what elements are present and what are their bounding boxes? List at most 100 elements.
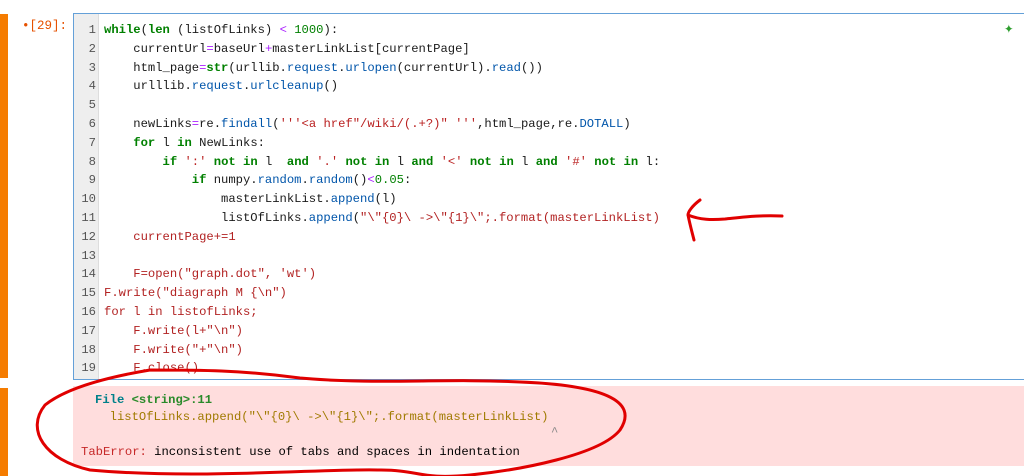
code-token: while bbox=[104, 23, 141, 37]
code-text: F.close() bbox=[104, 359, 199, 378]
code-token: request bbox=[286, 60, 339, 75]
code-token: (l) bbox=[374, 192, 397, 207]
code-text: listOfLinks.append("\"{0}\ ->\"{1}\";.fo… bbox=[104, 209, 660, 228]
line-number: 2 bbox=[88, 41, 96, 56]
code-text: newLinks=re.findall('''<a href"/wiki/(.+… bbox=[104, 115, 631, 134]
line-number: 16 bbox=[81, 304, 96, 319]
line-number: 5 bbox=[88, 98, 96, 113]
line-number: 6 bbox=[88, 116, 96, 131]
code-token: : bbox=[403, 173, 412, 188]
code-token: if bbox=[162, 154, 178, 169]
code-token: request bbox=[191, 79, 243, 94]
cell-collapse-bar[interactable] bbox=[0, 14, 8, 378]
code-token: read bbox=[491, 60, 521, 75]
code-token: random bbox=[257, 173, 302, 188]
code-text: F=open("graph.dot", 'wt') bbox=[104, 265, 316, 284]
code-token: (listOfLinks) bbox=[169, 23, 280, 37]
code-token: F.write(l+"\n") bbox=[104, 323, 243, 338]
code-token: ':' bbox=[184, 154, 207, 169]
traceback-file-line: File <string>:11 bbox=[95, 392, 212, 408]
code-token: str bbox=[206, 60, 229, 75]
code-token: urlopen bbox=[345, 60, 397, 75]
code-token: NewLinks: bbox=[191, 135, 265, 150]
code-token: l bbox=[257, 154, 287, 169]
code-token: "\"{0}\ ->\"{1}\";.format(masterLinkList… bbox=[360, 210, 660, 225]
line-number: 19 bbox=[81, 361, 96, 376]
line-number: 15 bbox=[81, 286, 96, 301]
code-token: currentPage+=1 bbox=[104, 229, 236, 244]
line-number: 12 bbox=[81, 229, 96, 244]
code-token: . bbox=[301, 173, 309, 188]
error-type: TabError: bbox=[81, 445, 147, 459]
code-token: append bbox=[330, 192, 375, 207]
code-token: ): bbox=[323, 23, 339, 37]
file-location: <string>:11 bbox=[131, 393, 213, 407]
code-token: and bbox=[286, 154, 309, 169]
code-token: baseUrl bbox=[213, 41, 265, 56]
code-token: ( bbox=[352, 210, 361, 225]
code-token: for l in listofLinks; bbox=[104, 304, 258, 319]
code-token: () bbox=[352, 173, 368, 188]
code-text: currentPage+=1 bbox=[104, 228, 236, 247]
code-token: < bbox=[367, 173, 375, 188]
code-token: append bbox=[308, 210, 353, 225]
code-token: F.write("diagraph M {\n") bbox=[104, 286, 287, 301]
line-number: 7 bbox=[88, 135, 96, 150]
line-number: 3 bbox=[88, 60, 96, 75]
line-number: 10 bbox=[81, 192, 96, 207]
code-text: if ':' not in l and '.' not in l and '<'… bbox=[104, 153, 661, 172]
code-token: l bbox=[155, 135, 178, 150]
code-token: '<' bbox=[440, 154, 463, 169]
code-token: l bbox=[389, 154, 412, 169]
code-token: currentUrl bbox=[104, 41, 207, 56]
line-number: 13 bbox=[81, 248, 96, 263]
code-token: = bbox=[191, 116, 200, 131]
code-token: not in bbox=[469, 154, 514, 169]
line-number: 18 bbox=[81, 342, 96, 357]
line-number: 11 bbox=[81, 210, 96, 225]
code-token: urlcleanup bbox=[250, 79, 324, 94]
code-token: in bbox=[177, 135, 192, 150]
code-token: re. bbox=[199, 116, 222, 131]
line-number: 14 bbox=[81, 267, 96, 282]
code-text: html_page=str(urllib.request.urlopen(cur… bbox=[104, 59, 543, 78]
line-number: 1 bbox=[88, 23, 96, 37]
code-token: urlllib. bbox=[104, 79, 192, 94]
code-token: ( bbox=[272, 116, 280, 131]
code-token: F=open("graph.dot", 'wt') bbox=[104, 267, 317, 282]
code-token: not in bbox=[594, 154, 639, 169]
code-text: for l in NewLinks: bbox=[104, 134, 265, 153]
code-token: not in bbox=[345, 154, 390, 169]
error-message: inconsistent use of tabs and spaces in i… bbox=[146, 445, 520, 459]
code-token: for bbox=[133, 135, 156, 150]
code-text: while(len (listOfLinks) < 1000): bbox=[104, 21, 338, 40]
code-token: F.close() bbox=[104, 361, 200, 376]
code-text: F.write(l+"\n") bbox=[104, 322, 243, 341]
code-text: urlllib.request.urlcleanup() bbox=[104, 77, 338, 96]
code-token: ()) bbox=[520, 60, 543, 75]
code-token: () bbox=[323, 79, 339, 94]
code-text: if numpy.random.random()<0.05: bbox=[104, 171, 412, 190]
code-token: < bbox=[279, 23, 287, 37]
code-token: DOTALL bbox=[579, 116, 624, 131]
code-token: newLinks bbox=[104, 116, 192, 131]
code-token: '#' bbox=[565, 154, 587, 169]
code-text: currentUrl=baseUrl+masterLinkList[curren… bbox=[104, 40, 470, 59]
line-number: 17 bbox=[81, 323, 96, 338]
code-text: F.write("diagraph M {\n") bbox=[104, 284, 287, 303]
output-collapse-bar[interactable] bbox=[0, 388, 8, 476]
code-token: if bbox=[191, 173, 207, 188]
sparkle-icon[interactable]: ✦ bbox=[1004, 18, 1014, 38]
code-editor[interactable]: 1 while(len (listOfLinks) < 1000): 2 curre… bbox=[73, 13, 1024, 380]
code-token: l bbox=[513, 154, 536, 169]
error-output: File <string>:11 listOfLinks.append("\"{… bbox=[73, 386, 1024, 466]
code-token: 0.05 bbox=[374, 173, 404, 188]
code-token: ) bbox=[623, 116, 631, 131]
code-token: listOfLinks. bbox=[104, 210, 309, 225]
file-label: File bbox=[95, 393, 132, 407]
